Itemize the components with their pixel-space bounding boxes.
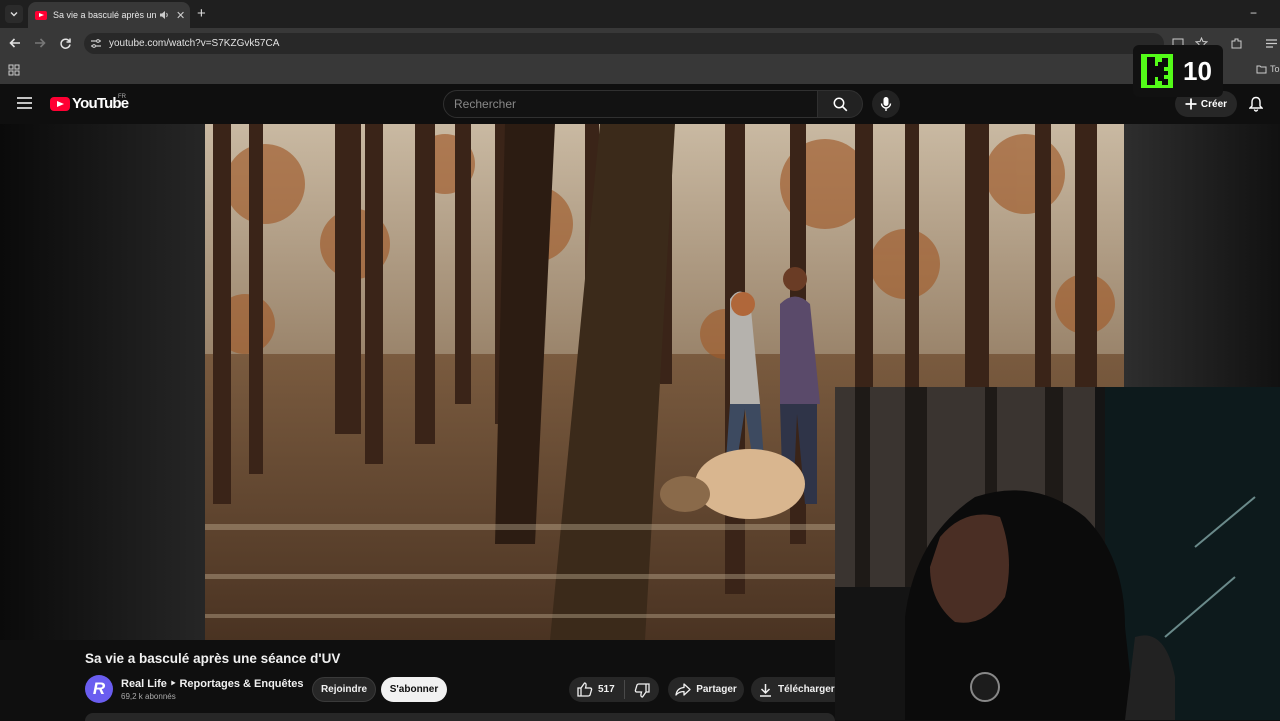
join-button[interactable]: Rejoindre xyxy=(312,677,376,702)
apps-grid-icon[interactable] xyxy=(8,64,20,76)
kick-logo-icon xyxy=(1141,54,1173,88)
channel-avatar[interactable]: R xyxy=(85,675,113,703)
create-label: Créer xyxy=(1200,98,1228,110)
share-label: Partager xyxy=(696,684,737,695)
bookmark-folder-label[interactable]: To xyxy=(1270,64,1280,74)
dislike-button[interactable] xyxy=(634,683,650,698)
video-title: Sa vie a basculé après une séance d'UV xyxy=(85,651,341,666)
browser-tab-active[interactable]: Sa vie a basculé après une séance d'UV ✕ xyxy=(28,2,190,28)
kick-viewer-badge: 10 xyxy=(1133,45,1223,97)
tab-title: Sa vie a basculé après une séance d'UV xyxy=(53,10,157,20)
extensions-icon[interactable] xyxy=(1230,37,1243,50)
download-label: Télécharger xyxy=(778,684,835,695)
webcam-person-image xyxy=(835,387,1280,720)
window-minimize-button[interactable]: − xyxy=(1250,6,1257,20)
tab-search-button[interactable] xyxy=(5,5,23,23)
forward-icon[interactable] xyxy=(33,37,47,49)
share-arrow-icon xyxy=(675,683,691,696)
reload-icon[interactable] xyxy=(59,37,72,50)
hamburger-menu-icon[interactable] xyxy=(17,97,32,109)
share-button[interactable]: Partager xyxy=(668,677,744,702)
search-button[interactable] xyxy=(817,90,863,118)
channel-name[interactable]: Real Life ‣ Reportages & Enquêtes xyxy=(121,677,304,690)
download-icon xyxy=(760,683,771,697)
notifications-bell-icon[interactable] xyxy=(1249,96,1263,112)
speaker-icon[interactable] xyxy=(159,10,170,20)
microphone-icon xyxy=(880,97,892,111)
thumbs-down-icon xyxy=(634,683,650,698)
subscribe-button[interactable]: S'abonner xyxy=(381,677,447,702)
subscriber-count: 69,2 k abonnés xyxy=(121,692,176,701)
like-count: 517 xyxy=(598,684,615,695)
url-text: youtube.com/watch?v=S7KZGvk57CA xyxy=(109,38,280,49)
chevron-down-icon xyxy=(10,12,18,17)
viewer-count: 10 xyxy=(1183,55,1212,86)
tab-close-icon[interactable]: ✕ xyxy=(176,9,185,22)
youtube-favicon-icon xyxy=(35,10,47,20)
search-box[interactable] xyxy=(443,90,818,118)
bookmarks-bar xyxy=(0,58,1280,84)
new-tab-button[interactable]: + xyxy=(197,6,206,21)
browser-tab-strip xyxy=(0,0,1280,28)
reading-list-icon[interactable] xyxy=(1265,38,1278,49)
country-code: FR xyxy=(118,94,126,100)
voice-search-button[interactable] xyxy=(872,90,900,118)
site-info-icon[interactable] xyxy=(90,38,102,49)
download-button[interactable]: Télécharger xyxy=(751,677,835,702)
search-icon xyxy=(833,97,847,111)
plus-icon xyxy=(1185,98,1197,110)
search-input[interactable] xyxy=(454,97,794,111)
like-divider xyxy=(624,680,625,699)
webcam-overlay xyxy=(835,387,1280,720)
back-icon[interactable] xyxy=(8,37,22,49)
youtube-logo-icon[interactable] xyxy=(50,97,70,111)
like-button[interactable] xyxy=(577,682,593,697)
bookmark-folder-icon[interactable] xyxy=(1256,64,1267,74)
thumbs-up-icon xyxy=(577,682,593,697)
